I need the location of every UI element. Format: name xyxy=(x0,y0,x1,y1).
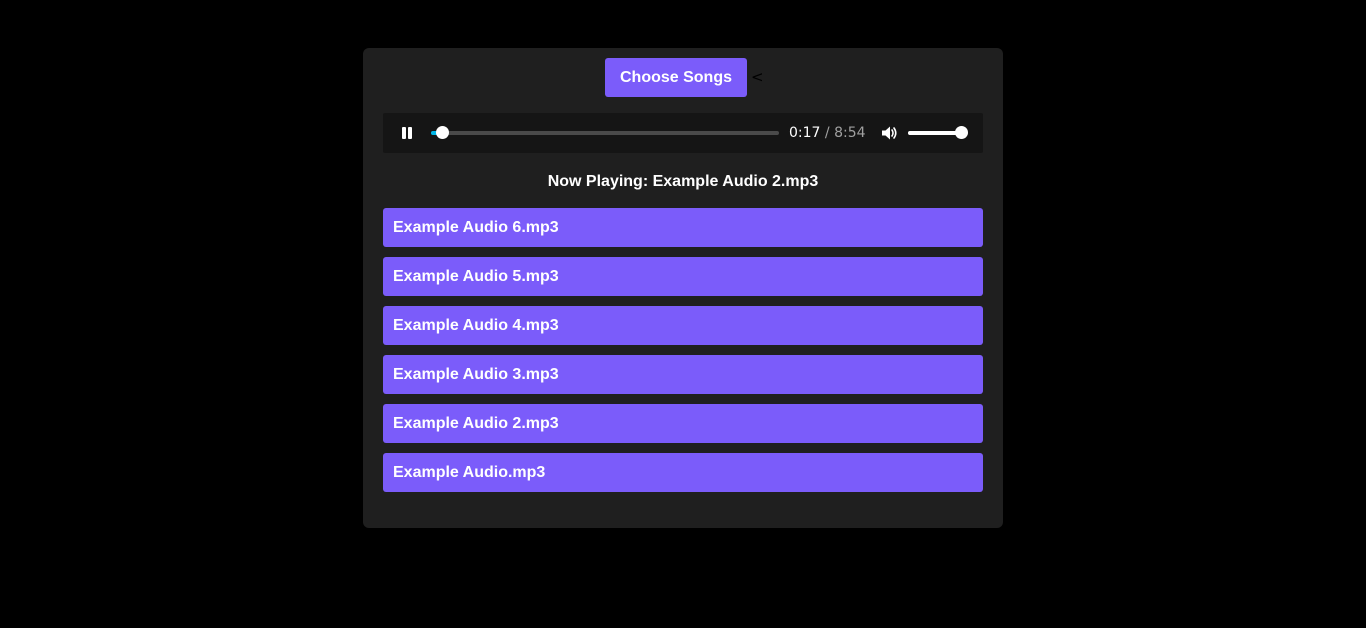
song-item[interactable]: Example Audio 4.mp3 xyxy=(383,306,983,345)
current-time: 0:17 xyxy=(789,125,821,141)
volume-slider[interactable] xyxy=(908,126,968,139)
song-item[interactable]: Example Audio 2.mp3 xyxy=(383,404,983,443)
audio-player: 0:17 / 8:54 xyxy=(383,113,983,153)
song-item[interactable]: Example Audio 6.mp3 xyxy=(383,208,983,247)
volume-fill xyxy=(908,131,962,135)
choose-songs-button[interactable]: Choose Songs xyxy=(605,58,747,97)
pause-icon[interactable] xyxy=(401,127,413,139)
time-separator: / xyxy=(824,125,830,141)
volume-icon[interactable] xyxy=(880,124,898,142)
volume-thumb[interactable] xyxy=(955,126,968,139)
progress-bar[interactable] xyxy=(431,126,779,139)
duration: 8:54 xyxy=(834,125,866,141)
player-panel: Choose Songs < 0:17 / 8:54 Now Playing: … xyxy=(363,48,1003,528)
caret-text: < xyxy=(751,68,764,86)
song-item[interactable]: Example Audio.mp3 xyxy=(383,453,983,492)
song-list: Example Audio 6.mp3 Example Audio 5.mp3 … xyxy=(383,208,983,502)
song-item[interactable]: Example Audio 5.mp3 xyxy=(383,257,983,296)
now-playing-label: Now Playing: Example Audio 2.mp3 xyxy=(547,173,819,190)
time-display: 0:17 / 8:54 xyxy=(789,125,866,141)
progress-thumb[interactable] xyxy=(436,126,450,139)
song-item[interactable]: Example Audio 3.mp3 xyxy=(383,355,983,394)
